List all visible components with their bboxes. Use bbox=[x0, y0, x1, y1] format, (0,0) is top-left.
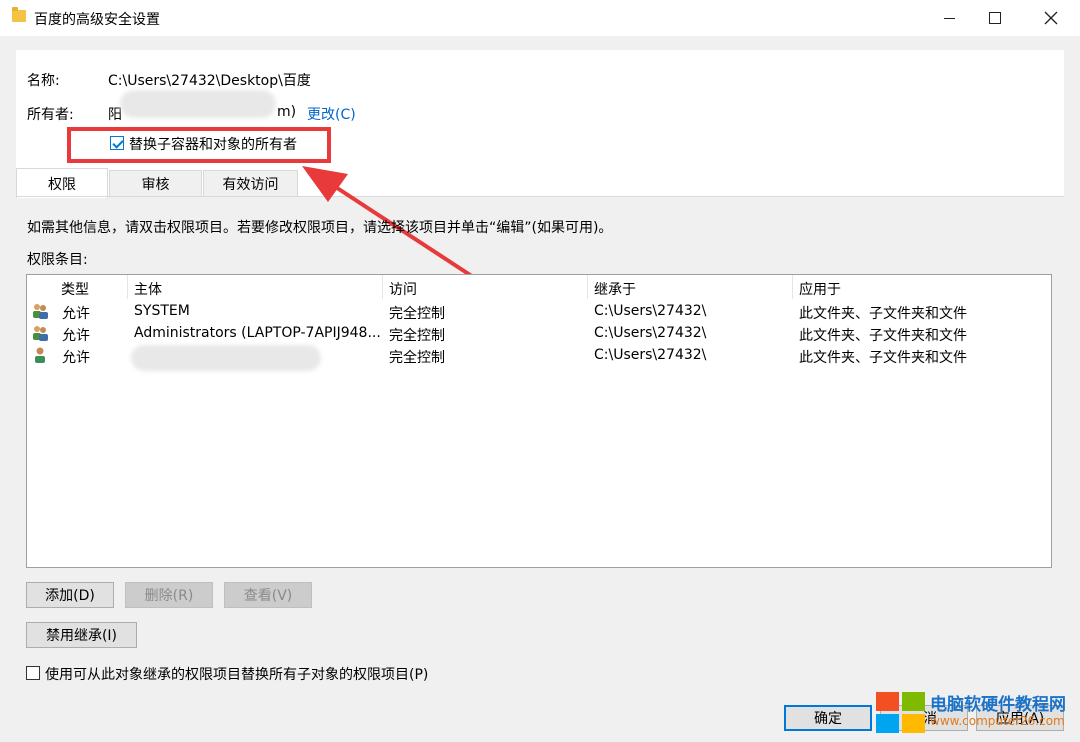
row-access: 完全控制 bbox=[389, 328, 445, 344]
disable-inheritance-button[interactable]: 禁用继承(I) bbox=[26, 622, 137, 648]
button-label: 添加(D) bbox=[45, 588, 95, 604]
remove-button[interactable]: 删除(R) bbox=[125, 582, 213, 608]
tab-divider bbox=[16, 196, 1064, 197]
header-label: 应用于 bbox=[799, 282, 841, 298]
close-button[interactable] bbox=[1028, 0, 1074, 36]
view-button[interactable]: 查看(V) bbox=[224, 582, 312, 608]
row-access: 完全控制 bbox=[389, 306, 445, 322]
column-header-access[interactable]: 访问 bbox=[383, 275, 588, 299]
title-bar: 百度的高级安全设置 bbox=[0, 0, 1080, 36]
window-title: 百度的高级安全设置 bbox=[34, 12, 160, 28]
row-access: 完全控制 bbox=[389, 350, 445, 366]
row-inherited: C:\Users\27432\ bbox=[594, 347, 707, 363]
entries-label: 权限条目: bbox=[27, 252, 88, 268]
annotation-highlight-box bbox=[67, 127, 331, 163]
row-applies: 此文件夹、子文件夹和文件 bbox=[799, 350, 967, 366]
column-header-applies[interactable]: 应用于 bbox=[793, 275, 1051, 299]
owner-blur-redaction bbox=[120, 90, 276, 118]
windows-logo-icon bbox=[876, 692, 926, 734]
tab-label: 有效访问 bbox=[222, 177, 279, 193]
user-group-icon bbox=[33, 304, 48, 319]
row-principal: SYSTEM bbox=[134, 303, 190, 319]
header-label: 访问 bbox=[389, 282, 417, 298]
close-icon bbox=[1044, 11, 1058, 25]
principal-blur-redaction bbox=[131, 345, 321, 371]
row-type: 允许 bbox=[62, 306, 90, 322]
row-type: 允许 bbox=[62, 350, 90, 366]
user-group-icon bbox=[33, 326, 48, 341]
name-value: C:\Users\27432\Desktop\百度 bbox=[108, 73, 311, 89]
owner-value-end: m) bbox=[277, 104, 297, 120]
tab-permissions[interactable]: 权限 bbox=[16, 168, 108, 198]
maximize-button[interactable] bbox=[972, 0, 1018, 36]
row-principal: Administrators (LAPTOP-7APIJ948... bbox=[134, 325, 381, 341]
owner-label: 所有者: bbox=[27, 107, 74, 123]
row-type: 允许 bbox=[62, 328, 90, 344]
watermark-url: www.computer26.com bbox=[930, 714, 1065, 728]
button-label: 删除(R) bbox=[144, 588, 194, 604]
column-header-type[interactable]: 类型 bbox=[55, 275, 128, 299]
info-text: 如需其他信息，请双击权限项目。若要修改权限项目，请选择该项目并单击“编辑”(如果… bbox=[27, 220, 613, 236]
add-button[interactable]: 添加(D) bbox=[26, 582, 114, 608]
button-label: 查看(V) bbox=[243, 588, 293, 604]
row-applies: 此文件夹、子文件夹和文件 bbox=[799, 306, 967, 322]
user-icon bbox=[35, 347, 45, 363]
minimize-button[interactable] bbox=[926, 0, 972, 36]
column-header-inherited[interactable]: 继承于 bbox=[588, 275, 793, 299]
header-label: 类型 bbox=[61, 282, 89, 298]
folder-icon bbox=[12, 7, 26, 22]
watermark-text: 电脑软硬件教程网 bbox=[930, 695, 1066, 715]
ok-button[interactable]: 确定 bbox=[784, 705, 872, 731]
header-label: 主体 bbox=[134, 282, 162, 298]
replace-child-permissions-label: 使用可从此对象继承的权限项目替换所有子对象的权限项目(P) bbox=[45, 667, 429, 683]
button-label: 确定 bbox=[814, 711, 842, 727]
row-applies: 此文件夹、子文件夹和文件 bbox=[799, 328, 967, 344]
permission-table[interactable]: 类型 主体 访问 继承于 应用于 允许 SYSTEM 完全控制 C:\Users… bbox=[26, 274, 1052, 568]
header-label: 继承于 bbox=[594, 282, 636, 298]
tab-auditing[interactable]: 审核 bbox=[109, 170, 202, 197]
change-owner-link[interactable]: 更改(C) bbox=[307, 104, 356, 124]
replace-child-permissions-checkbox[interactable] bbox=[26, 666, 40, 680]
tab-label: 权限 bbox=[48, 176, 76, 193]
button-label: 禁用继承(I) bbox=[45, 628, 118, 644]
column-header-principal[interactable]: 主体 bbox=[128, 275, 383, 299]
row-inherited: C:\Users\27432\ bbox=[594, 303, 707, 319]
name-label: 名称: bbox=[27, 73, 60, 89]
row-inherited: C:\Users\27432\ bbox=[594, 325, 707, 341]
tab-effective-access[interactable]: 有效访问 bbox=[203, 170, 298, 197]
tab-label: 审核 bbox=[141, 177, 170, 193]
